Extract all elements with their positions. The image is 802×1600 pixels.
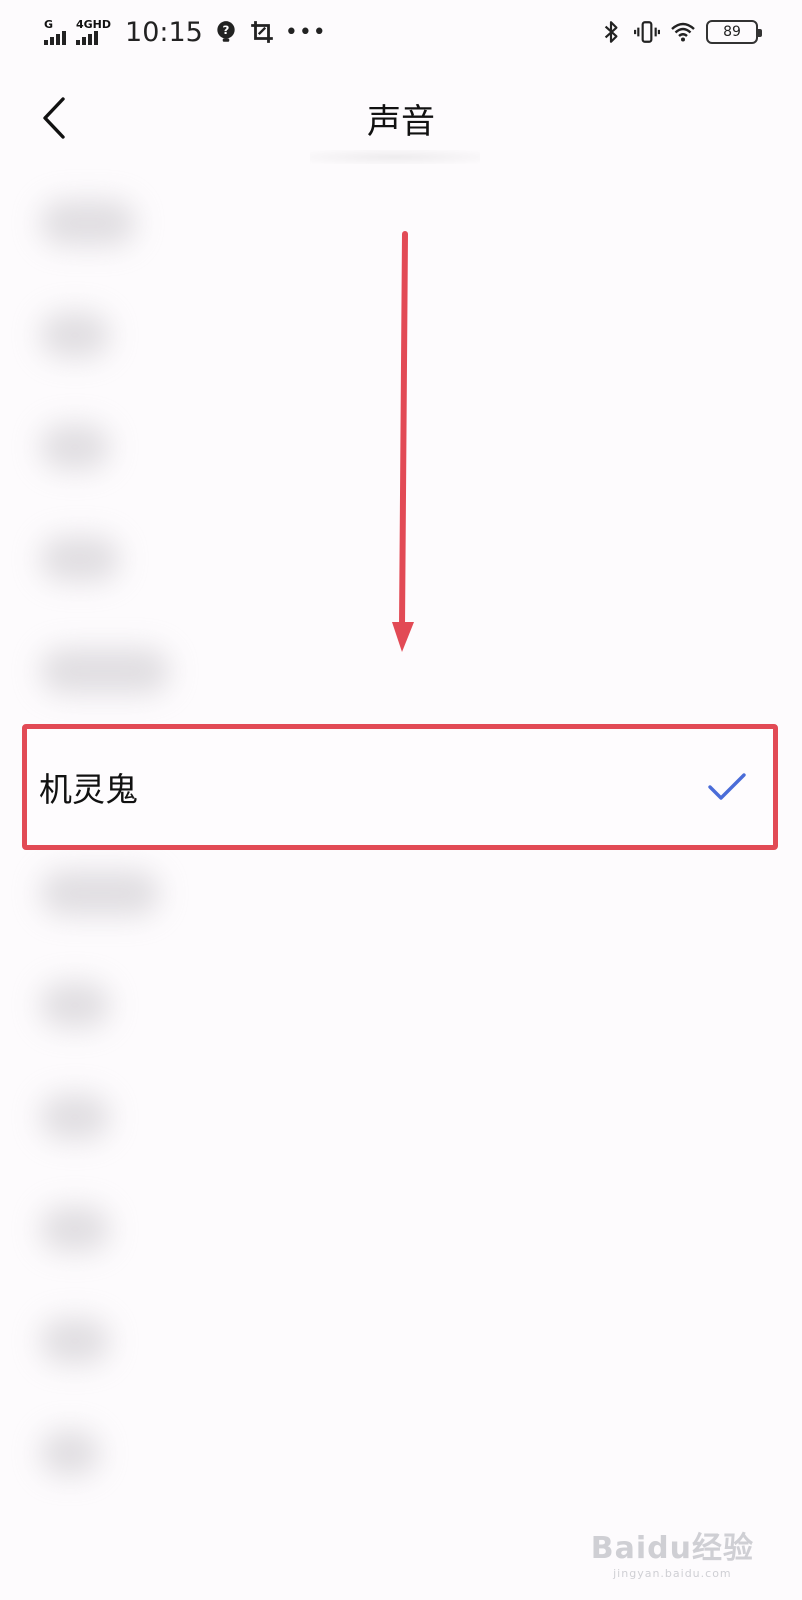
notification-icon: ? bbox=[217, 21, 235, 42]
more-notifications-icon: ••• bbox=[284, 19, 327, 45]
blurred-list-item[interactable] bbox=[40, 536, 120, 582]
nav-header: 声音 bbox=[0, 64, 802, 164]
clock: 10:15 bbox=[125, 16, 203, 48]
header-shadow bbox=[310, 150, 480, 164]
check-icon bbox=[708, 773, 746, 800]
signal-2-bars-icon bbox=[76, 31, 98, 45]
sound-option-selected[interactable]: 机灵鬼 bbox=[22, 724, 778, 850]
status-left: G 4GHD 10:15 ? ••• bbox=[44, 17, 327, 48]
page-title: 声音 bbox=[367, 102, 435, 142]
blurred-list-item[interactable] bbox=[40, 982, 110, 1028]
battery-level: 89 bbox=[723, 24, 741, 40]
blurred-list-item[interactable] bbox=[40, 648, 170, 694]
signal-2: 4GHD bbox=[76, 19, 111, 45]
watermark-main: Baidu经验 bbox=[590, 1531, 754, 1566]
sound-option-label: 机灵鬼 bbox=[39, 770, 138, 809]
bluetooth-icon bbox=[604, 21, 618, 43]
signal-2-label: 4GHD bbox=[76, 18, 112, 31]
blurred-list-item[interactable] bbox=[40, 1430, 100, 1476]
blurred-list-item[interactable] bbox=[40, 1094, 110, 1140]
blurred-list-item[interactable] bbox=[40, 1206, 110, 1252]
signal-1: G bbox=[44, 19, 66, 45]
blurred-list-item[interactable] bbox=[40, 1318, 110, 1364]
status-right: 89 bbox=[598, 19, 762, 45]
signal-1-label: G bbox=[44, 18, 54, 31]
watermark-sub: jingyan.baidu.com bbox=[613, 1567, 732, 1580]
blurred-list-item[interactable] bbox=[40, 312, 110, 358]
vibrate-icon bbox=[634, 21, 660, 43]
blurred-list-item[interactable] bbox=[40, 200, 136, 246]
watermark-logo: Baidu经验 jingyan.baidu.com bbox=[591, 1523, 754, 1580]
battery-icon: 89 bbox=[706, 20, 762, 44]
status-bar: G 4GHD 10:15 ? ••• 89 bbox=[0, 0, 802, 64]
svg-text:?: ? bbox=[222, 23, 229, 37]
blurred-list-item[interactable] bbox=[40, 424, 110, 470]
screenshot-icon bbox=[251, 21, 273, 43]
signal-1-bars-icon bbox=[44, 31, 66, 45]
annotation-arrow-icon bbox=[392, 231, 414, 652]
wifi-icon bbox=[671, 22, 695, 42]
blurred-list-item[interactable] bbox=[40, 870, 160, 916]
